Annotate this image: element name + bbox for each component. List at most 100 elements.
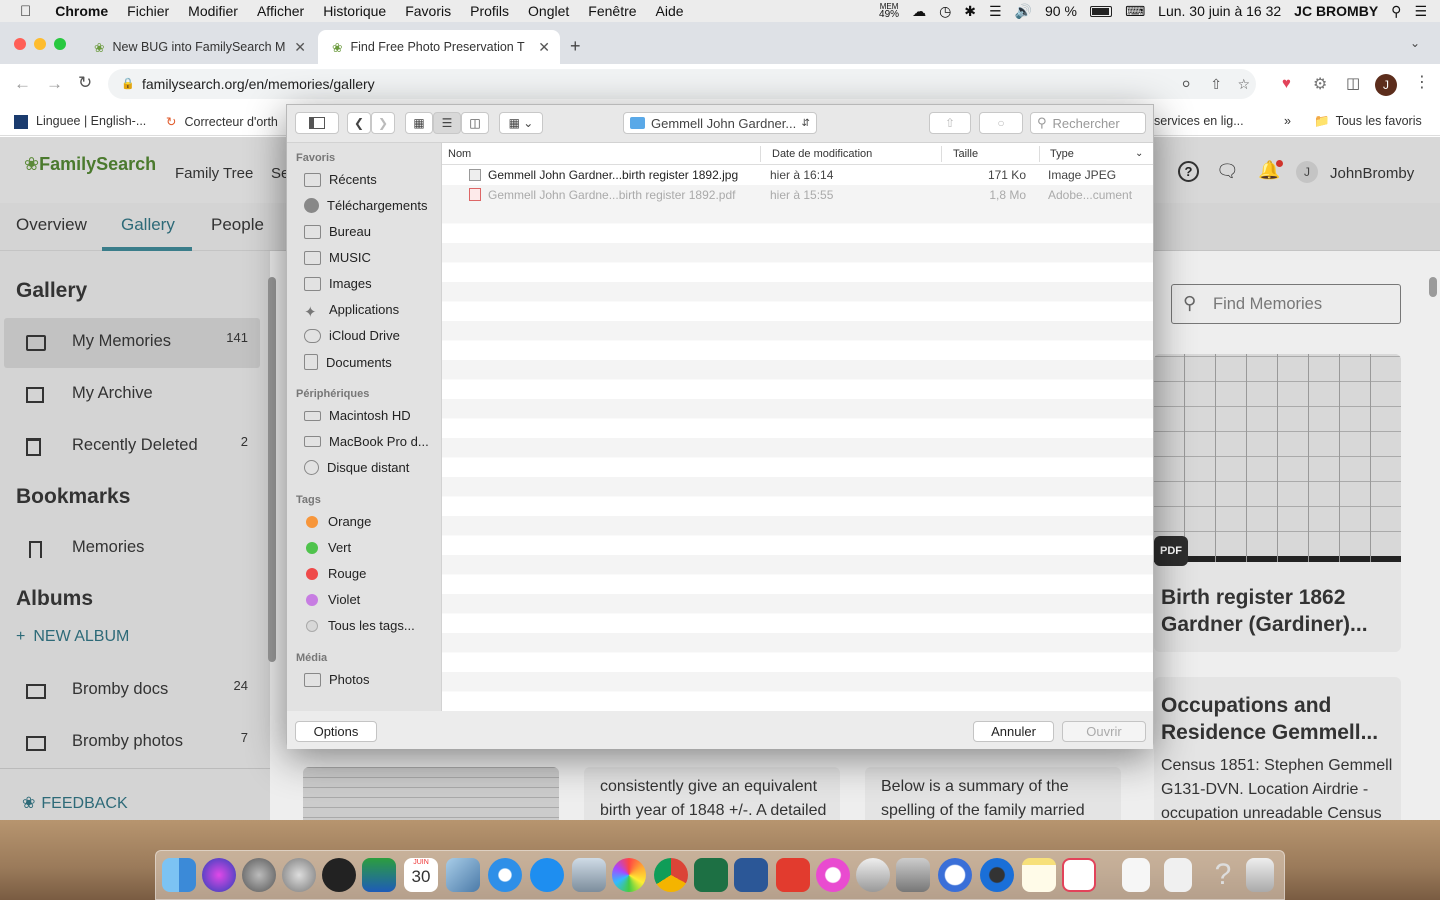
menu-app-name[interactable]: Chrome (55, 3, 108, 19)
icon-view-button[interactable]: ▦ (405, 112, 433, 134)
column-date[interactable]: Date de modification (772, 148, 872, 160)
disk-utility-icon[interactable] (896, 858, 930, 892)
side-panel-icon[interactable]: ◫ (1346, 74, 1360, 92)
memory-card-document-thumb[interactable] (303, 767, 559, 822)
sidebar-item-music[interactable]: MUSIC (304, 250, 371, 265)
blocked-icon[interactable]: ⚪ (1180, 69, 1192, 99)
menu-favoris[interactable]: Favoris (405, 3, 451, 19)
sidebar-item-bookmark-memories[interactable]: Memories (4, 524, 260, 574)
tab-overview[interactable]: Overview (16, 215, 87, 235)
photos-icon[interactable] (612, 858, 646, 892)
apple-icon[interactable]:  (20, 3, 31, 20)
menu-fenetre[interactable]: Fenêtre (588, 3, 636, 19)
memory-card-birth-register[interactable]: PDF Birth register 1862 Gardner (Gardine… (1154, 354, 1401, 652)
help-icon[interactable]: ? (1178, 161, 1199, 182)
cloud-status-icon[interactable]: ☁ (912, 3, 926, 20)
sidebar-item-recently-deleted[interactable]: Recently Deleted 2 (4, 422, 260, 472)
profile-avatar[interactable]: J (1375, 74, 1397, 96)
system-preferences-icon[interactable] (242, 858, 276, 892)
keyboard-input-icon[interactable]: ⌨ (1125, 3, 1145, 20)
pocket-extension-icon[interactable]: ♥ (1282, 75, 1291, 92)
menu-aide[interactable]: Aide (656, 3, 684, 19)
tags-button[interactable]: ○ (979, 112, 1023, 134)
help-icon[interactable]: ? (1206, 858, 1240, 892)
file-row-jpg[interactable]: Gemmell John Gardner...birth register 18… (442, 165, 1153, 185)
forward-button[interactable]: ❯ (371, 112, 395, 134)
preview-icon[interactable] (446, 858, 480, 892)
chevron-down-icon[interactable]: ⌄ (1135, 148, 1143, 159)
column-view-button[interactable]: ◫ (461, 112, 489, 134)
app-store-icon[interactable] (530, 858, 564, 892)
notification-center-icon[interactable]: ☰ (1414, 3, 1427, 20)
itunes-icon[interactable] (816, 858, 850, 892)
user-name[interactable]: JohnBromby (1330, 165, 1414, 182)
activity-icon[interactable] (322, 858, 356, 892)
calendar-icon[interactable]: JUIN 30 (404, 858, 438, 892)
sidebar-album-bromby-docs[interactable]: Bromby docs 24 (4, 666, 260, 716)
menu-historique[interactable]: Historique (323, 3, 386, 19)
chrome-icon[interactable] (654, 858, 688, 892)
tab-new-bug[interactable]: ❀ New BUG into FamilySearch M ✕ (80, 30, 316, 64)
find-memories-input[interactable]: ⚲ Find Memories (1171, 284, 1401, 324)
dvd-player-icon[interactable] (856, 858, 890, 892)
sidebar-item-macbook-pro[interactable]: MacBook Pro d... (304, 434, 429, 449)
menu-modifier[interactable]: Modifier (188, 3, 238, 19)
sidebar-tag-rouge[interactable]: Rouge (304, 566, 366, 581)
new-album-button[interactable]: + NEW ALBUM (16, 628, 129, 646)
folder-path-popup[interactable]: Gemmell John Gardner... ⇵ (623, 112, 817, 134)
notifications-icon[interactable]: 🔔 (1258, 160, 1284, 181)
sidebar-item-applications[interactable]: ✦ Applications (304, 302, 399, 321)
close-window-button[interactable] (14, 38, 26, 50)
bookmark-star-icon[interactable]: ☆ (1237, 69, 1250, 99)
menu-fichier[interactable]: Fichier (127, 3, 169, 19)
word-icon[interactable] (734, 858, 768, 892)
close-tab-icon[interactable]: ✕ (538, 39, 550, 56)
birth-register-thumbnail[interactable] (1154, 354, 1401, 562)
reload-icon[interactable]: ↻ (78, 73, 92, 93)
bluetooth-icon[interactable]: ✱ (964, 3, 976, 20)
messages-icon[interactable]: 🗨 (1216, 161, 1239, 182)
document2-icon[interactable] (1164, 858, 1192, 892)
sidebar-item-macintosh-hd[interactable]: Macintosh HD (304, 408, 411, 423)
menu-onglet[interactable]: Onglet (528, 3, 569, 19)
omnibox[interactable]: 🔒 familysearch.org/en/memories/gallery ⚪… (108, 69, 1256, 99)
acrobat-icon[interactable] (776, 858, 810, 892)
finder-icon[interactable] (162, 858, 196, 892)
zoom-window-button[interactable] (54, 38, 66, 50)
memory-card-spelling[interactable]: Below is a summary of the spelling of th… (865, 767, 1121, 822)
sidebar-tag-orange[interactable]: Orange (304, 514, 371, 529)
nav-family-tree[interactable]: Family Tree (175, 165, 253, 182)
sidebar-item-disque-distant[interactable]: Disque distant (304, 460, 409, 475)
column-size[interactable]: Taille (953, 148, 978, 160)
bookmark-services[interactable]: services en lig... (1154, 114, 1244, 128)
feedback-link[interactable]: ❀ FEEDBACK (22, 793, 128, 813)
sidebar-item-recents[interactable]: Récents (304, 172, 377, 187)
launchpad-icon[interactable] (282, 858, 316, 892)
memory-card-birth-year[interactable]: consistently give an equivalent birth ye… (584, 767, 840, 822)
bookmark-all-favorites[interactable]: 📁 Tous les favoris (1314, 114, 1422, 129)
image-capture-icon[interactable] (572, 858, 606, 892)
safari-icon[interactable] (488, 858, 522, 892)
list-view-button[interactable]: ☰ (433, 112, 461, 134)
clock[interactable]: Lun. 30 juin à 16 32 (1158, 3, 1281, 19)
volume-icon[interactable]: 🔊 (1015, 3, 1032, 20)
excel-icon[interactable] (694, 858, 728, 892)
menu-profils[interactable]: Profils (470, 3, 509, 19)
sidebar-scrollbar[interactable] (268, 277, 276, 662)
tab-people[interactable]: People (211, 215, 264, 235)
column-type[interactable]: Type (1050, 148, 1074, 160)
open-button[interactable]: Ouvrir (1062, 721, 1146, 742)
user-avatar[interactable]: J (1296, 161, 1318, 183)
sidebar-tag-vert[interactable]: Vert (304, 540, 351, 555)
wifi-icon[interactable]: ☰ (989, 3, 1002, 20)
share-button[interactable]: ⇧ (929, 112, 971, 134)
sidebar-item-photos[interactable]: Photos (304, 672, 369, 687)
minimize-window-button[interactable] (34, 38, 46, 50)
search-field[interactable]: ⚲ Rechercher (1030, 112, 1146, 134)
sidebar-tag-violet[interactable]: Violet (304, 592, 360, 607)
sidebar-item-icloud[interactable]: iCloud Drive (304, 328, 400, 343)
time-machine-icon[interactable]: ◷ (939, 3, 951, 20)
sidebar-item-bureau[interactable]: Bureau (304, 224, 371, 239)
back-button[interactable]: ❮ (347, 112, 371, 134)
bookmark-linguee[interactable]: Linguee | English-... (14, 114, 146, 129)
